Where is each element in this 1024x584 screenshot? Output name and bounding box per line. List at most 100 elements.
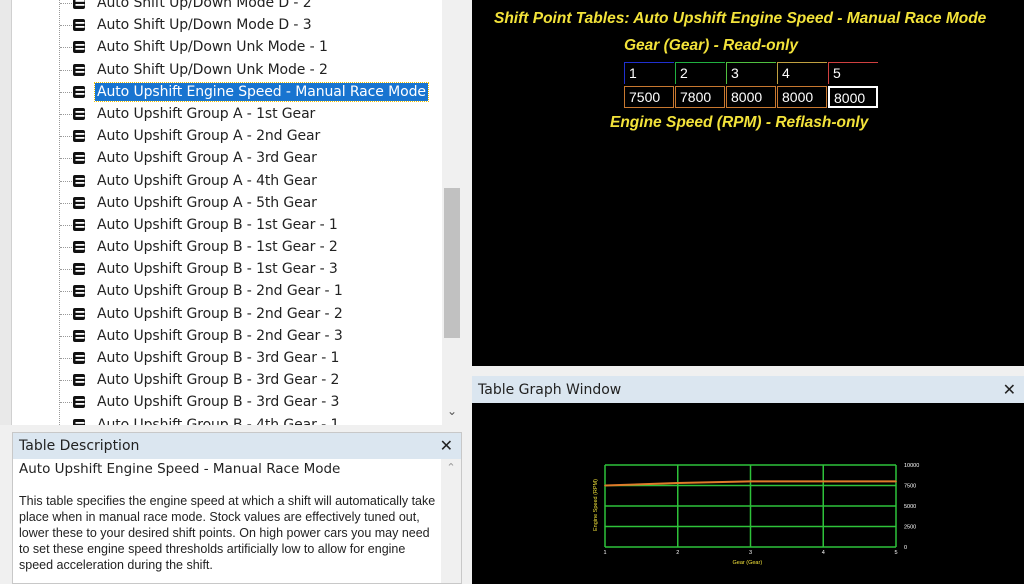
description-subtitle: Auto Upshift Engine Speed - Manual Race …: [19, 461, 341, 477]
tree-item[interactable]: Auto Upshift Group B - 2nd Gear - 3: [52, 325, 442, 347]
y-axis-label: Engine Speed (RPM): [593, 479, 599, 531]
table-icon: [73, 352, 85, 364]
graph-title: Table Graph Window: [478, 381, 622, 398]
rpm-axis-label: Engine Speed (RPM) - Reflash-only: [610, 114, 869, 131]
x-tick-label: 4: [822, 550, 825, 556]
tree-item-label: Auto Upshift Group B - 3rd Gear - 3: [97, 394, 340, 411]
table-icon: [73, 241, 85, 254]
rpm-cell[interactable]: 7500: [624, 86, 674, 108]
tree-item[interactable]: Auto Shift Up/Down Mode D - 2: [52, 0, 442, 14]
y-tick-label: 7500: [904, 484, 916, 490]
tree-item-label: Auto Shift Up/Down Mode D - 3: [97, 17, 312, 34]
rpm-cell[interactable]: 7800: [675, 86, 725, 108]
table-editor: Shift Point Tables: Auto Upshift Engine …: [472, 0, 1024, 366]
gear-axis-label: Gear (Gear) - Read-only: [624, 37, 798, 54]
tree-item[interactable]: Auto Shift Up/Down Mode D - 3: [52, 14, 442, 36]
data-point: [822, 480, 825, 483]
graph-header: Table Graph Window ✕: [472, 376, 1024, 403]
table-tree[interactable]: Auto Shift Up/Down Mode D - 2 Auto Shift …: [0, 0, 462, 425]
rpm-cell[interactable]: 8000: [828, 86, 878, 108]
rpm-cell[interactable]: 8000: [777, 86, 827, 108]
tree-item-label: Auto Upshift Group A - 5th Gear: [97, 194, 317, 211]
description-body: Auto Upshift Engine Speed - Manual Race …: [19, 462, 439, 573]
x-axis-label: Gear (Gear): [733, 560, 763, 566]
table-icon: [73, 63, 85, 76]
tree-item[interactable]: Auto Upshift Group B - 3rd Gear - 1: [52, 347, 442, 369]
x-tick-label: 3: [749, 550, 752, 556]
data-point: [895, 480, 897, 483]
graph-chart: 10000 7500 5000 2500 0 1 2 3 4 5 Gear (Gear) Engine…: [593, 463, 919, 566]
tree-item[interactable]: Auto Upshift Group A - 5th Gear: [52, 192, 442, 214]
data-point: [604, 484, 606, 487]
tree-item[interactable]: Auto Upshift Group B - 2nd Gear - 1: [52, 280, 442, 302]
tree-gutter: [0, 0, 12, 425]
tree-scroll-thumb[interactable]: [444, 188, 460, 338]
table-icon: [73, 41, 85, 54]
tree-item-label: Auto Upshift Group A - 4th Gear: [97, 172, 317, 189]
table-icon: [73, 0, 85, 9]
tree-item-label: Auto Upshift Group B - 1st Gear - 2: [97, 239, 338, 256]
data-point: [676, 482, 679, 484]
tree-item[interactable]: Auto Upshift Group B - 4th Gear - 1: [52, 414, 442, 425]
table-title: Shift Point Tables: Auto Upshift Engine …: [494, 10, 987, 27]
gear-header-cell: 3: [726, 62, 776, 84]
tree-item[interactable]: Auto Upshift Group A - 3rd Gear: [52, 147, 442, 169]
table-icon: [73, 107, 85, 120]
description-header-title: Table Description: [19, 438, 140, 454]
chevron-up-icon[interactable]: ⌃: [441, 459, 461, 477]
tree-item-label: Auto Upshift Group B - 1st Gear - 3: [97, 261, 338, 278]
tree-item[interactable]: Auto Upshift Group B - 1st Gear - 3: [52, 258, 442, 280]
x-tick-label: 2: [676, 550, 679, 556]
tree-item[interactable]: Auto Upshift Engine Speed - Manual Race …: [52, 81, 442, 103]
table-icon: [73, 218, 85, 231]
tree-item-label: Auto Upshift Group B - 2nd Gear - 1: [97, 283, 343, 300]
tree-item-label: Auto Upshift Group B - 2nd Gear - 3: [97, 327, 343, 344]
tree-item-label: Auto Upshift Group A - 3rd Gear: [97, 150, 317, 167]
y-tick-label: 0: [904, 545, 907, 551]
x-tick-label: 1: [604, 550, 607, 556]
tree-item[interactable]: Auto Shift Up/Down Unk Mode - 2: [52, 59, 442, 81]
tree-item[interactable]: Auto Upshift Group A - 1st Gear: [52, 103, 442, 125]
tree-item[interactable]: Auto Upshift Group A - 4th Gear: [52, 170, 442, 192]
description-header: Table Description ✕: [13, 433, 461, 459]
tree-item[interactable]: Auto Upshift Group B - 2nd Gear - 2: [52, 303, 442, 325]
gear-header-cell: 5: [828, 62, 878, 84]
close-icon[interactable]: ✕: [1003, 380, 1016, 400]
tree-item-label: Auto Upshift Group A - 1st Gear: [97, 105, 316, 122]
tree-item-label: Auto Shift Up/Down Unk Mode - 1: [97, 39, 328, 56]
gear-header-cell: 4: [777, 62, 827, 84]
tree-item[interactable]: Auto Upshift Group B - 1st Gear - 1: [52, 214, 442, 236]
table-icon: [73, 130, 85, 143]
y-tick-label: 5000: [904, 504, 916, 510]
tree-item-label: Auto Shift Up/Down Mode D - 2: [97, 0, 312, 11]
chevron-down-icon[interactable]: ⌄: [444, 402, 460, 420]
rpm-cell[interactable]: 8000: [726, 86, 776, 108]
tree-item-label: Auto Upshift Group B - 2nd Gear - 2: [97, 305, 343, 322]
tree-item-label: Auto Upshift Group B - 3rd Gear - 1: [97, 350, 340, 366]
table-icon: [73, 263, 85, 276]
tree-item[interactable]: Auto Upshift Group B - 1st Gear - 2: [52, 236, 442, 258]
tree-item[interactable]: Auto Upshift Group A - 2nd Gear: [52, 125, 442, 147]
table-icon: [73, 19, 85, 32]
description-scrollbar[interactable]: ⌃: [441, 459, 461, 583]
tree-item[interactable]: Auto Upshift Group B - 3rd Gear - 3: [52, 391, 442, 413]
tree-scrollbar[interactable]: ⌄: [442, 0, 462, 425]
table-icon: [73, 196, 85, 209]
tree-item[interactable]: Auto Shift Up/Down Unk Mode - 1: [52, 36, 442, 58]
x-tick-label: 5: [895, 550, 898, 556]
table-icon: [73, 85, 85, 98]
gear-header-cell: 1: [624, 62, 674, 84]
panel-splitter[interactable]: [472, 366, 1024, 376]
table-icon: [73, 285, 85, 298]
table-icon: [73, 152, 85, 165]
table-icon: [73, 307, 85, 320]
tree-item[interactable]: Auto Upshift Group B - 3rd Gear - 2: [52, 369, 442, 391]
data-point: [749, 480, 752, 483]
y-tick-label: 2500: [904, 525, 916, 531]
table-icon: [73, 396, 85, 409]
table-graph-window: Table Graph Window ✕ 10000 7500 5000 2500 0 1…: [472, 376, 1024, 584]
tree-item-label: Auto Upshift Engine Speed - Manual Race …: [94, 81, 429, 102]
table-icon: [73, 329, 85, 342]
table-icon: [73, 174, 85, 187]
close-icon[interactable]: ✕: [440, 436, 453, 456]
